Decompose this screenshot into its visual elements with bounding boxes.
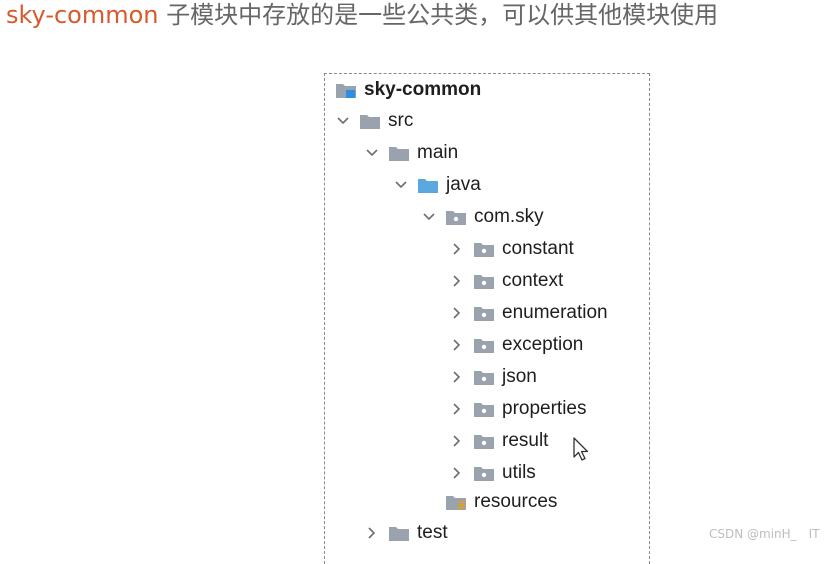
package-icon xyxy=(474,339,494,353)
chevron-right-icon[interactable] xyxy=(449,366,465,388)
tree-item-utils[interactable]: utils xyxy=(449,458,536,488)
tree-item-java[interactable]: java xyxy=(393,170,481,200)
package-icon xyxy=(474,403,494,417)
project-tree-panel: sky-common src main java com.sky constan… xyxy=(324,73,650,564)
tree-item-sky-common[interactable]: sky-common xyxy=(335,75,481,105)
source-root-folder-icon xyxy=(418,179,438,193)
chevron-right-icon[interactable] xyxy=(449,398,465,420)
chevron-down-icon[interactable] xyxy=(393,174,409,196)
chevron-right-icon[interactable] xyxy=(364,522,380,544)
chevron-right-icon[interactable] xyxy=(449,238,465,260)
package-icon xyxy=(474,243,494,257)
tree-item-exception[interactable]: exception xyxy=(449,330,583,360)
tree-item-label: resources xyxy=(474,491,558,512)
chevron-right-icon[interactable] xyxy=(449,430,465,452)
tree-item-label: java xyxy=(446,174,481,195)
tree-item-resources[interactable]: resources xyxy=(421,487,557,517)
tree-item-test[interactable]: test xyxy=(364,518,448,548)
chevron-right-icon[interactable] xyxy=(449,334,465,356)
tree-item-label: src xyxy=(388,110,414,131)
folder-icon xyxy=(389,147,409,161)
tree-item-label: json xyxy=(502,366,537,387)
chevron-right-icon[interactable] xyxy=(449,270,465,292)
tree-item-label: main xyxy=(417,142,459,163)
package-icon xyxy=(474,307,494,321)
package-icon xyxy=(474,435,494,449)
tree-item-label: result xyxy=(502,430,549,451)
tree-item-json[interactable]: json xyxy=(449,362,537,392)
heading-description: 子模块中存放的是一些公共类，可以供其他模块使用 xyxy=(158,1,719,29)
package-icon xyxy=(474,467,494,481)
watermark: CSDN @minH_ IT xyxy=(709,527,820,541)
tree-item-constant[interactable]: constant xyxy=(449,234,574,264)
mouse-pointer-icon xyxy=(573,437,589,461)
chevron-down-icon[interactable] xyxy=(421,206,437,228)
folder-icon xyxy=(389,527,409,541)
tree-item-com-sky[interactable]: com.sky xyxy=(421,202,544,232)
tree-item-label: context xyxy=(502,270,564,291)
tree-item-label: enumeration xyxy=(502,302,608,323)
chevron-right-icon[interactable] xyxy=(449,302,465,324)
tree-item-label: sky-common xyxy=(364,79,482,100)
tree-item-properties[interactable]: properties xyxy=(449,394,587,424)
tree-item-label: properties xyxy=(502,398,587,419)
package-icon xyxy=(474,371,494,385)
folder-icon xyxy=(360,115,380,129)
tree-item-enumeration[interactable]: enumeration xyxy=(449,298,608,328)
chevron-down-icon[interactable] xyxy=(335,110,351,132)
tree-item-main[interactable]: main xyxy=(364,138,458,168)
chevron-down-icon[interactable] xyxy=(364,142,380,164)
chevron-right-icon[interactable] xyxy=(449,462,465,484)
tree-item-context[interactable]: context xyxy=(449,266,563,296)
package-icon xyxy=(446,211,466,225)
heading-module-name: sky-common xyxy=(6,1,159,29)
resources-folder-icon xyxy=(446,496,466,510)
tree-item-result[interactable]: result xyxy=(449,426,548,456)
tree-item-label: test xyxy=(417,522,448,543)
tree-item-label: constant xyxy=(502,238,574,259)
page-heading: sky-common 子模块中存放的是一些公共类，可以供其他模块使用 xyxy=(6,0,718,32)
tree-item-label: com.sky xyxy=(474,206,544,227)
tree-item-src[interactable]: src xyxy=(335,106,413,136)
package-icon xyxy=(474,275,494,289)
tree-item-label: exception xyxy=(502,334,584,355)
tree-item-label: utils xyxy=(502,462,536,483)
module-folder-icon xyxy=(336,84,356,98)
